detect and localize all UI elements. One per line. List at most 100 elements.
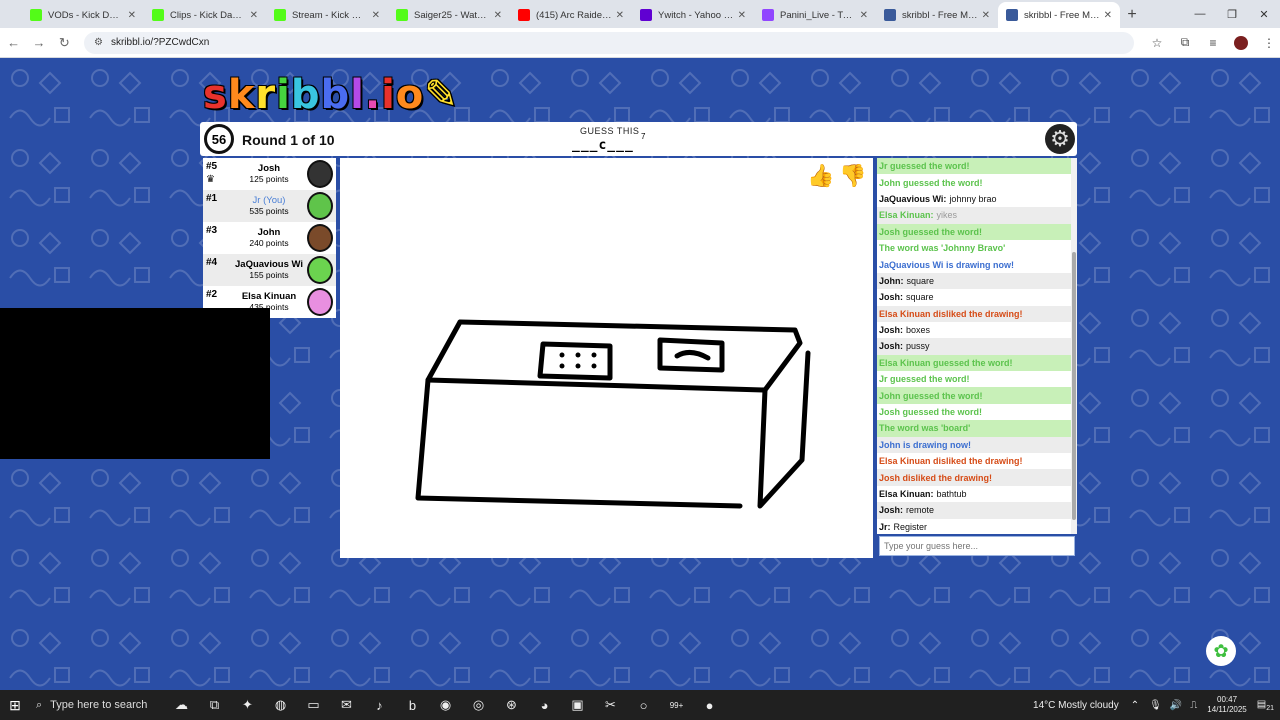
tab-close-icon[interactable]: ✕ <box>616 10 624 21</box>
notification-icon[interactable]: ▤21 <box>1257 699 1274 712</box>
player-row[interactable]: #3 John 240 points <box>203 222 336 254</box>
browser-tab[interactable]: skribbl - Free Multipl ✕ <box>998 2 1120 28</box>
player-points: 535 points <box>249 206 289 216</box>
tab-close-icon[interactable]: ✕ <box>494 10 502 21</box>
skribbl-logo: skribbl.io✎ <box>203 72 459 118</box>
browser-tab[interactable]: (415) Arc Raiders - Ul ✕ <box>510 2 632 28</box>
browser-tab[interactable]: Ywitch - Yahoo Search ✕ <box>632 2 754 28</box>
tiktok-icon[interactable]: ♪ <box>363 690 396 720</box>
network-icon[interactable]: ⎍ <box>1190 700 1197 711</box>
media-icon[interactable]: ≡ <box>1202 32 1224 54</box>
edge-icon[interactable]: ◍ <box>264 690 297 720</box>
browser-tab[interactable]: skribbl - Free Multipl ✕ <box>876 2 998 28</box>
tray-chevron-icon[interactable]: ⌃ <box>1131 700 1139 711</box>
guess-input[interactable] <box>879 536 1075 556</box>
file-explorer-icon[interactable]: ▭ <box>297 690 330 720</box>
player-row[interactable]: #1 Jr (You) 535 points <box>203 190 336 222</box>
profile-avatar[interactable] <box>1230 32 1252 54</box>
notification-count: 21 <box>1266 704 1274 712</box>
extensions-icon[interactable]: ⧉ <box>1174 32 1196 54</box>
tab-title: Stream - Kick Dashboard <box>292 9 368 21</box>
close-icon[interactable]: ✕ <box>1248 0 1280 28</box>
browser-tab[interactable]: Clips - Kick Dashboard ✕ <box>144 2 266 28</box>
drawing-sketch <box>415 319 811 509</box>
xbox-icon[interactable]: ▣ <box>561 690 594 720</box>
chat-scroll-thumb[interactable] <box>1072 252 1076 520</box>
minimize-icon[interactable]: — <box>1184 0 1216 28</box>
mic-icon[interactable]: 🎙 <box>1149 700 1162 711</box>
window-controls: — ❐ ✕ <box>1184 0 1280 28</box>
chrome-icon[interactable]: ◕ <box>528 690 561 720</box>
browser-tab[interactable]: VODs - Kick Dashboard ✕ <box>22 2 144 28</box>
spotify-icon[interactable]: ◎ <box>462 690 495 720</box>
player-rank: #3 <box>206 225 218 236</box>
windows-start-icon[interactable]: ⊞ <box>0 690 30 720</box>
tab-close-icon[interactable]: ✕ <box>128 10 136 21</box>
clock[interactable]: 00:47 14/11/2025 <box>1207 695 1246 715</box>
new-tab-button[interactable]: + <box>1120 2 1144 28</box>
whatsapp-badge: 99+ <box>669 700 684 710</box>
copilot-icon[interactable]: ✦ <box>231 690 264 720</box>
tab-favicon-icon <box>518 9 530 21</box>
messenger-icon[interactable]: ◉ <box>429 690 462 720</box>
settings-gear-icon[interactable]: ⚙ <box>1045 124 1075 154</box>
tab-close-icon[interactable]: ✕ <box>982 10 990 21</box>
browser-tab[interactable]: Saiger25 - Watch the ✕ <box>388 2 510 28</box>
chat-message: Jr: Register <box>877 519 1077 534</box>
tab-close-icon[interactable]: ✕ <box>860 10 868 21</box>
bing-icon[interactable]: b <box>396 690 429 720</box>
tab-close-icon[interactable]: ✕ <box>1104 10 1112 21</box>
sketch-dot <box>559 363 565 369</box>
player-rank: #2 <box>206 289 218 300</box>
clover-icon[interactable]: ✿ <box>1206 636 1236 666</box>
taskbar-search[interactable]: ⌕ Type here to search <box>30 690 165 720</box>
whatsapp-icon[interactable]: 99+ <box>660 690 693 720</box>
task-view-icon[interactable]: ⧉ <box>198 690 231 720</box>
player-row[interactable]: #4 JaQuavious Wi 155 points <box>203 254 336 286</box>
back-icon[interactable]: ← <box>2 31 25 55</box>
chat-text: John is drawing now! <box>879 439 971 450</box>
chat-text: Josh disliked the drawing! <box>879 472 993 483</box>
chat-text: Register <box>893 521 928 532</box>
guess-this-label: GUESS THIS <box>580 126 640 136</box>
restore-icon[interactable]: ❐ <box>1216 0 1248 28</box>
outlook-icon[interactable]: ✉ <box>330 690 363 720</box>
chat-text: John guessed the word! <box>879 390 983 401</box>
player-rank: #1 <box>206 193 218 204</box>
steam-icon[interactable]: ⊛ <box>495 690 528 720</box>
capcut-icon[interactable]: ✂ <box>594 690 627 720</box>
bookmark-star-icon[interactable]: ☆ <box>1146 32 1168 54</box>
tab-close-icon[interactable]: ✕ <box>250 10 258 21</box>
search-icon: ⌕ <box>36 698 43 711</box>
player-avatar <box>307 224 333 252</box>
tab-favicon-icon <box>152 9 164 21</box>
chat-sender: Jr: <box>879 521 891 532</box>
url-field[interactable]: ⚙ skribbl.io/?PZCwdCxn <box>83 31 1134 54</box>
player-rank: #5 <box>206 161 218 172</box>
tab-close-icon[interactable]: ✕ <box>372 10 380 21</box>
sketch-left-knob <box>537 341 613 381</box>
sketch-front-left <box>415 377 743 509</box>
sketch-inner-line <box>674 350 711 361</box>
tab-title: Saiger25 - Watch the <box>414 9 490 21</box>
tab-close-icon[interactable]: ✕ <box>738 10 746 21</box>
obs-icon[interactable]: ○ <box>627 690 660 720</box>
site-info-icon[interactable]: ⚙ <box>94 37 103 48</box>
chat-text: Jr guessed the word! <box>879 161 970 172</box>
chat-messages: Jr guessed the word! John guessed the wor… <box>877 158 1077 534</box>
taskbar-search-text: Type here to search <box>50 699 148 711</box>
chat-scrollbar[interactable] <box>1071 158 1077 534</box>
volume-icon[interactable]: 🔊 <box>1170 700 1182 711</box>
player-row[interactable]: #5 ♛ Josh 125 points <box>203 158 336 190</box>
player-name: John <box>257 227 281 238</box>
reload-icon[interactable]: ↻ <box>53 31 76 55</box>
record-icon[interactable]: ● <box>693 690 726 720</box>
browser-tab[interactable]: Panini_Live - Twitch ✕ <box>754 2 876 28</box>
browser-tab[interactable]: Stream - Kick Dashboard ✕ <box>266 2 388 28</box>
game-topbar: 56 Round 1 of 10 GUESS THIS ___c___ 7 ⚙ <box>200 122 1077 156</box>
drawing-canvas[interactable]: 👍 👎 <box>340 158 873 558</box>
widgets-icon[interactable]: ☁ <box>165 690 198 720</box>
forward-icon[interactable]: → <box>27 31 50 55</box>
browser-menu-icon[interactable]: ⋮ <box>1258 32 1280 54</box>
weather-text[interactable]: 14°C Mostly cloudy <box>1033 700 1119 711</box>
